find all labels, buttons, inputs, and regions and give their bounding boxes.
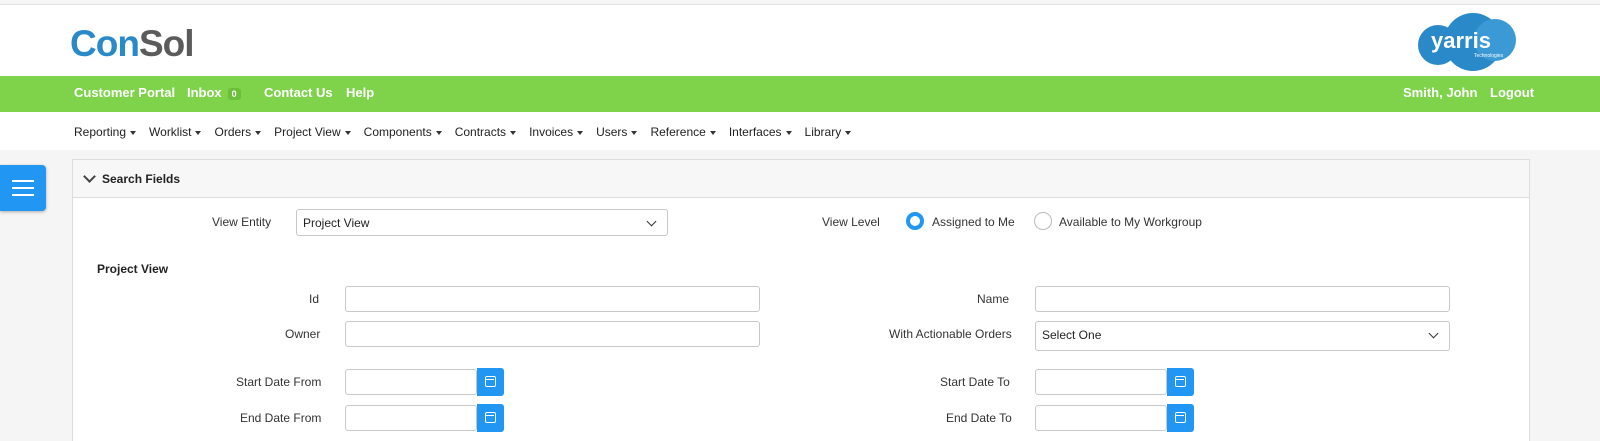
end-date-from-label: End Date From [240, 411, 322, 425]
menu-item-orders[interactable]: Orders [214, 125, 262, 139]
end-date-to-label: End Date To [946, 411, 1012, 425]
menu-item-label: Contracts [454, 125, 507, 139]
yarris-logo-text: yarris [1431, 28, 1491, 53]
view-entity-value: Project View [303, 216, 370, 230]
chevron-down-icon [646, 216, 657, 227]
caret-down-icon [255, 130, 262, 135]
radio-assigned-label[interactable]: Assigned to Me [932, 215, 1015, 229]
start-date-from-label: Start Date From [236, 375, 322, 389]
calendar-icon[interactable] [477, 404, 504, 432]
menu-item-reporting[interactable]: Reporting [74, 125, 137, 139]
caret-down-icon [195, 130, 202, 135]
actionable-orders-value: Select One [1042, 328, 1102, 342]
caret-down-icon [785, 130, 792, 135]
yarris-logo-subtext: Technologies [1474, 53, 1504, 59]
view-entity-label: View Entity [212, 215, 272, 229]
view-level-label: View Level [822, 215, 880, 229]
owner-input[interactable] [345, 321, 760, 347]
logo-text-sol: Sol [138, 23, 195, 64]
start-date-to-input[interactable] [1035, 369, 1167, 395]
id-label: Id [309, 292, 320, 306]
hamburger-icon[interactable] [0, 165, 46, 211]
calendar-glyph [1175, 412, 1186, 423]
caret-down-icon [510, 130, 517, 135]
header: ConSol yarris Technologies [0, 5, 1600, 76]
calendar-glyph [485, 412, 496, 423]
contact-us-link[interactable]: Contact Us [264, 85, 333, 100]
menu-item-label: Orders [214, 125, 252, 139]
search-fields-header[interactable]: Search Fields [73, 160, 1529, 198]
customer-portal-link[interactable]: Customer Portal [74, 85, 175, 100]
inbox-link[interactable]: Inbox 0 [187, 85, 241, 100]
owner-label: Owner [285, 327, 321, 341]
menu-item-label: Library [804, 125, 842, 139]
menu-item-reference[interactable]: Reference [650, 125, 716, 139]
menu-item-label: Components [363, 125, 432, 139]
search-fields-title: Search Fields [102, 172, 181, 186]
calendar-icon[interactable] [1167, 404, 1194, 432]
help-link[interactable]: Help [346, 85, 374, 100]
calendar-icon[interactable] [1167, 368, 1194, 396]
caret-down-icon [130, 130, 137, 135]
calendar-icon[interactable] [477, 368, 504, 396]
chevron-down-icon[interactable] [83, 170, 96, 183]
logo-text-con: Con [70, 23, 140, 64]
radio-assigned-to-me[interactable] [906, 212, 924, 230]
id-input[interactable] [345, 286, 760, 312]
caret-down-icon [845, 130, 852, 135]
main-menu-bar: Reporting Worklist Orders Project View Compo… [0, 112, 1600, 150]
menu-item-invoices[interactable]: Invoices [529, 125, 584, 139]
caret-down-icon [709, 130, 716, 135]
menu-item-label: Invoices [529, 125, 574, 139]
radio-available-to-workgroup[interactable] [1034, 212, 1052, 230]
top-nav-bar: Customer Portal Inbox 0 Contact Us Help S… [0, 76, 1600, 112]
menu-item-components[interactable]: Components [364, 125, 442, 139]
hamburger-bar [12, 180, 34, 182]
name-input[interactable] [1035, 286, 1450, 312]
inbox-label: Inbox [187, 85, 222, 100]
menu-item-label: Interfaces [728, 125, 782, 139]
end-date-to-input[interactable] [1035, 405, 1167, 431]
hamburger-bar [12, 194, 34, 196]
calendar-glyph [485, 376, 496, 387]
menu-item-worklist[interactable]: Worklist [149, 125, 202, 139]
menu-item-contracts[interactable]: Contracts [454, 125, 517, 139]
caret-down-icon [344, 130, 351, 135]
calendar-glyph [1175, 376, 1186, 387]
menu-item-users[interactable]: Users [596, 125, 638, 139]
menu-item-label: Reference [650, 125, 706, 139]
consol-logo[interactable]: ConSol [70, 23, 194, 65]
inbox-count-badge: 0 [227, 87, 241, 100]
logout-link[interactable]: Logout [1490, 85, 1534, 100]
radio-workgroup-label[interactable]: Available to My Workgroup [1059, 215, 1202, 229]
menu-item-library[interactable]: Library [805, 125, 852, 139]
menu-item-label: Worklist [149, 125, 192, 139]
menu-item-project-view[interactable]: Project View [274, 125, 351, 139]
end-date-from-input[interactable] [345, 405, 477, 431]
caret-down-icon [577, 130, 584, 135]
hamburger-bar [12, 187, 34, 189]
chevron-down-icon [1428, 328, 1439, 339]
menu-item-label: Project View [274, 125, 341, 139]
main-menu: Reporting Worklist Orders Project View Compo… [74, 125, 864, 139]
caret-down-icon [435, 130, 442, 135]
actionable-orders-select[interactable]: Select One [1035, 321, 1450, 351]
start-date-from-input[interactable] [345, 369, 477, 395]
menu-item-label: Reporting [74, 125, 127, 139]
start-date-to-label: Start Date To [940, 375, 1010, 389]
caret-down-icon [631, 130, 638, 135]
actionable-orders-label: With Actionable Orders [889, 327, 1012, 341]
user-name-link[interactable]: Smith, John [1403, 85, 1477, 100]
menu-item-interfaces[interactable]: Interfaces [729, 125, 792, 139]
name-label: Name [977, 292, 1010, 306]
menu-item-label: Users [596, 125, 628, 139]
yarris-logo: yarris Technologies [1418, 13, 1528, 71]
view-entity-select[interactable]: Project View [296, 209, 668, 236]
section-title: Project View [97, 262, 169, 276]
